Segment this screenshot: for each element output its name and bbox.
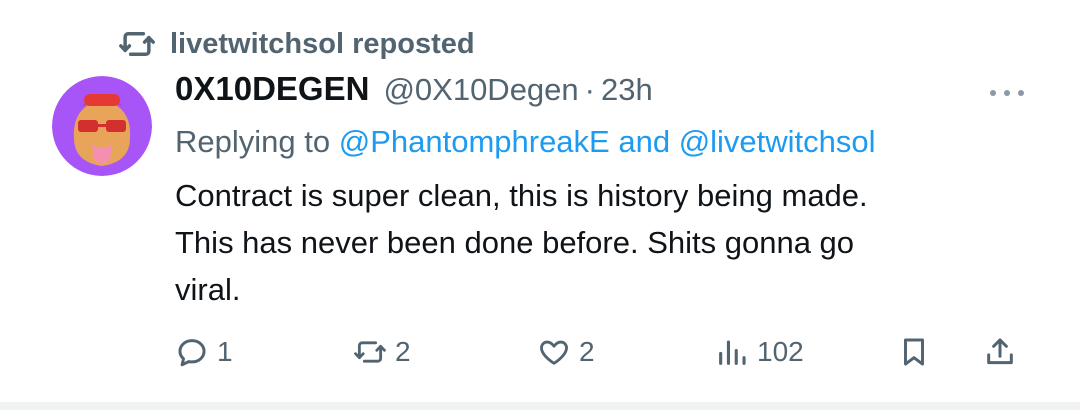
like-button[interactable]: 2 bbox=[537, 330, 595, 374]
replying-prefix: Replying to bbox=[175, 124, 339, 159]
handle[interactable]: @0X10Degen bbox=[383, 72, 578, 108]
tweet-body: 0X10DEGEN @0X10Degen · 23h Replying to @… bbox=[175, 70, 1035, 313]
timestamp[interactable]: 23h bbox=[601, 72, 653, 108]
reply-button[interactable]: 1 bbox=[175, 330, 233, 374]
reply-icon bbox=[178, 339, 206, 367]
heart-icon bbox=[540, 340, 568, 365]
more-icon bbox=[990, 90, 1024, 96]
repost-context[interactable]: livetwitchsol reposted bbox=[118, 24, 475, 64]
mention-livetwitchsol[interactable]: @livetwitchsol bbox=[679, 124, 876, 159]
share-button[interactable] bbox=[983, 330, 1017, 374]
repost-icon bbox=[119, 31, 155, 57]
retweet-count: 2 bbox=[395, 336, 411, 367]
replying-and[interactable]: and bbox=[610, 124, 679, 159]
like-count: 2 bbox=[579, 336, 595, 367]
replying-to: Replying to @PhantomphreakE and @livetwi… bbox=[175, 124, 1035, 164]
bookmark-icon bbox=[904, 338, 924, 366]
avatar[interactable] bbox=[52, 76, 152, 176]
separator-dot: · bbox=[584, 72, 595, 107]
reply-count: 1 bbox=[217, 336, 233, 367]
repost-label[interactable]: livetwitchsol reposted bbox=[170, 28, 475, 61]
repost-icon bbox=[354, 341, 386, 363]
bookmark-button[interactable] bbox=[897, 330, 931, 374]
views-count: 102 bbox=[757, 336, 804, 367]
views-button[interactable]: 102 bbox=[715, 330, 804, 374]
author-row: 0X10DEGEN @0X10Degen · 23h bbox=[175, 70, 1035, 114]
share-icon bbox=[987, 338, 1013, 365]
action-bar: 1 2 2 102 bbox=[175, 330, 1035, 374]
tweet-text: Contract is super clean, this is history… bbox=[175, 178, 868, 307]
views-icon bbox=[719, 340, 746, 365]
divider bbox=[0, 402, 1080, 410]
retweet-button[interactable]: 2 bbox=[353, 330, 411, 374]
more-options-button[interactable] bbox=[985, 78, 1029, 108]
avatar-image bbox=[52, 76, 152, 176]
display-name[interactable]: 0X10DEGEN bbox=[175, 70, 369, 108]
mention-phantomphreake[interactable]: @PhantomphreakE bbox=[339, 124, 610, 159]
